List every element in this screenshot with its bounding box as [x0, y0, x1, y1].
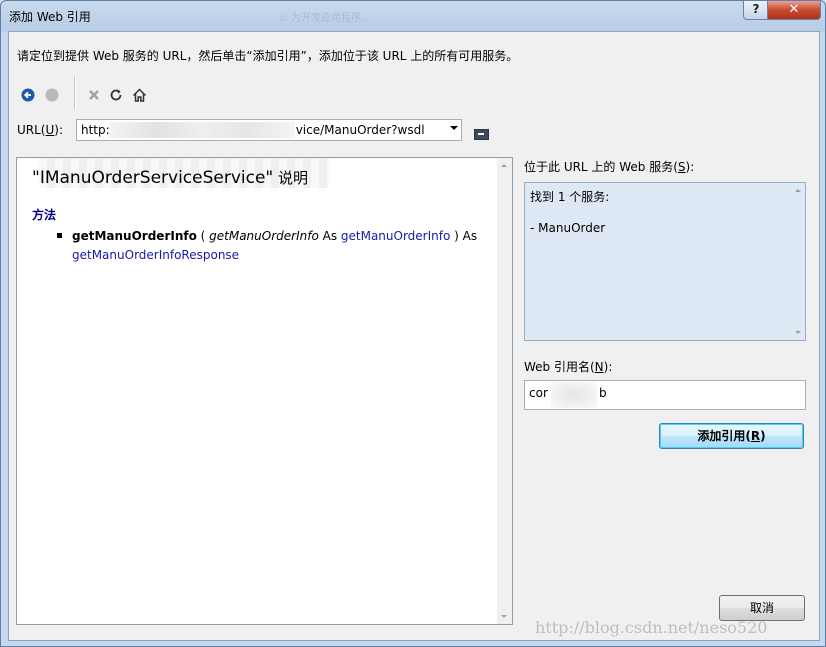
refresh-button[interactable] [106, 84, 126, 106]
service-item: - ManuOrder [530, 221, 606, 235]
forward-button[interactable] [42, 84, 62, 106]
reference-name-value-start: cor [529, 386, 548, 400]
url-label: URL(U): [17, 123, 64, 137]
reference-name-label: Web 引用名(N): [524, 360, 613, 374]
watermark-text: http://blog.csdn.net/neso520 [535, 618, 768, 637]
redacted-name-segment [551, 382, 597, 408]
home-icon [132, 88, 146, 102]
scroll-up-icon[interactable] [501, 164, 507, 167]
dialog-body: 请定位到提供 Web 服务的 URL，然后单击“添加引用”，添加位于该 URL … [8, 31, 820, 641]
close-button[interactable]: ✕ [767, 1, 821, 20]
add-web-reference-dialog: 添加 Web 引用 ☑ 为开发应用程序... ? ✕ 请定位到提供 Web 服务… [0, 0, 826, 647]
url-combobox[interactable]: http: vice/ManuOrder?wsdl [76, 119, 462, 141]
services-found-text: 找到 1 个服务: [530, 190, 610, 204]
help-button[interactable]: ? [743, 1, 769, 20]
instructions-text: 请定位到提供 Web 服务的 URL，然后单击“添加引用”，添加位于该 URL … [17, 49, 519, 63]
services-list[interactable]: 找到 1 个服务: - ManuOrder [524, 182, 806, 341]
go-icon[interactable] [474, 129, 489, 140]
scroll-down-icon[interactable] [501, 615, 507, 618]
services-label: 位于此 URL 上的 Web 服务(S): [524, 160, 695, 174]
chevron-down-icon[interactable] [450, 126, 458, 130]
title-bar[interactable]: 添加 Web 引用 ☑ 为开发应用程序... ? ✕ [1, 1, 825, 31]
scroll-down-icon[interactable] [795, 331, 801, 334]
window-title: 添加 Web 引用 [9, 10, 91, 24]
add-reference-button[interactable]: 添加引用(R) [659, 423, 804, 449]
service-description-pane: "IManuOrderServiceService" 说明 方法 getManu… [16, 157, 513, 625]
stop-icon [89, 90, 99, 100]
service-title: "IManuOrderServiceService" 说明 [32, 168, 309, 188]
background-tab-ghost: ☑ 为开发应用程序... [279, 13, 371, 24]
method-param: getManuOrderInfo [209, 229, 319, 243]
services-scrollbar[interactable] [791, 183, 805, 340]
bullet-icon [57, 233, 62, 238]
forward-icon [45, 88, 59, 102]
reference-name-value-end: b [599, 386, 607, 400]
method-entry: getManuOrderInfo ( getManuOrderInfo As g… [72, 229, 478, 262]
scroll-up-icon[interactable] [795, 189, 801, 192]
home-button[interactable] [129, 84, 149, 106]
stop-button[interactable] [84, 84, 104, 106]
redacted-url-segment [109, 122, 295, 138]
vertical-scrollbar[interactable] [497, 158, 512, 624]
return-type-link[interactable]: getManuOrderInfoResponse [72, 248, 239, 262]
refresh-icon [110, 89, 122, 101]
param-type-link[interactable]: getManuOrderInfo [341, 229, 450, 243]
methods-heading: 方法 [32, 208, 57, 222]
method-name: getManuOrderInfo [72, 229, 197, 243]
back-button[interactable] [18, 84, 38, 106]
back-icon [21, 88, 35, 102]
reference-name-input[interactable]: cor b [524, 380, 806, 410]
toolbar-separator [74, 76, 76, 110]
